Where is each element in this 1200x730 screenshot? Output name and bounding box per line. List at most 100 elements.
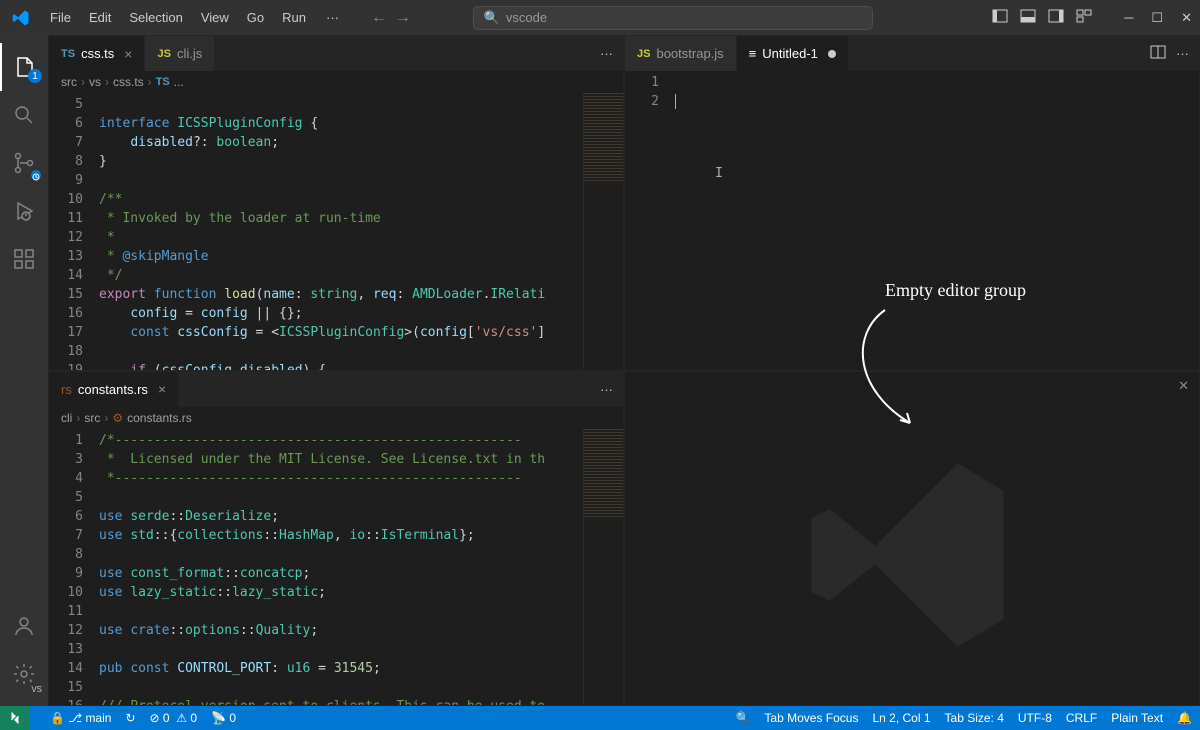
code-line[interactable]: use serde::Deserialize; (99, 507, 583, 526)
status-search-icon[interactable]: 🔍 (735, 711, 750, 725)
code-line[interactable]: *---------------------------------------… (99, 469, 583, 488)
more-actions-icon[interactable]: ··· (1176, 46, 1189, 61)
code-line[interactable]: if (cssConfig.disabled) { (99, 361, 583, 370)
file-icon: ≡ (749, 46, 757, 61)
code-line[interactable]: const cssConfig = <ICSSPluginConfig>(con… (99, 323, 583, 342)
run-debug-icon[interactable] (0, 187, 48, 235)
settings-gear-icon[interactable]: VS (0, 650, 48, 698)
window-close-icon[interactable]: ✕ (1181, 10, 1192, 26)
command-center[interactable]: 🔍 vscode (473, 6, 873, 30)
code-line[interactable]: /*--------------------------------------… (99, 431, 583, 450)
code-line[interactable]: * @skipMangle (99, 247, 583, 266)
accounts-icon[interactable] (0, 602, 48, 650)
code-line[interactable] (99, 545, 583, 564)
tab-cli-js[interactable]: JScli.js (145, 36, 215, 71)
breadcrumb-item[interactable]: cli (61, 411, 72, 425)
code-line[interactable]: export function load(name: string, req: … (99, 285, 583, 304)
editor-group-4-empty[interactable]: ✕ (624, 371, 1200, 707)
line-number: 15 (49, 678, 83, 697)
close-group-icon[interactable]: ✕ (1178, 378, 1189, 394)
editor-body[interactable]: 12 (625, 71, 1199, 370)
code-line[interactable] (99, 171, 583, 190)
close-icon[interactable]: × (124, 46, 132, 62)
code-line[interactable] (675, 92, 1199, 111)
breadcrumb-item[interactable]: src (61, 75, 77, 89)
code-line[interactable] (99, 342, 583, 361)
code-line[interactable] (99, 602, 583, 621)
code-line[interactable]: disabled?: boolean; (99, 133, 583, 152)
code-line[interactable]: * (99, 228, 583, 247)
status-sync[interactable]: ↻ (125, 711, 135, 725)
breadcrumb-item[interactable]: vs (89, 75, 101, 89)
menu-overflow[interactable]: ··· (318, 6, 347, 29)
menu-go[interactable]: Go (239, 6, 272, 29)
code-line[interactable] (99, 95, 583, 114)
window-minimize-icon[interactable]: ─ (1124, 10, 1133, 26)
line-number: 14 (49, 659, 83, 678)
breadcrumbs[interactable]: cli › src › ⚙ constants.rs (49, 407, 623, 429)
layout-panel-icon[interactable] (1020, 8, 1036, 27)
code-line[interactable]: pub const CONTROL_PORT: u16 = 31545; (99, 659, 583, 678)
tab-bootstrap-js[interactable]: JSbootstrap.js (625, 36, 737, 71)
code-line[interactable]: /// Protocol version sent to clients. Th… (99, 697, 583, 706)
tab-constants-rs[interactable]: rsconstants.rs× (49, 372, 179, 407)
code-line[interactable]: config = config || {}; (99, 304, 583, 323)
menu-file[interactable]: File (42, 6, 79, 29)
status-tabsize[interactable]: Tab Size: 4 (945, 711, 1004, 725)
status-problems[interactable]: ⊘ 0 ⚠ 0 (150, 711, 198, 725)
close-icon[interactable]: × (158, 381, 166, 397)
nav-back-icon[interactable]: ← (371, 9, 387, 27)
status-notifications-icon[interactable]: 🔔 (1177, 711, 1192, 725)
status-eol[interactable]: CRLF (1066, 711, 1097, 725)
minimap[interactable] (583, 429, 623, 706)
menu-view[interactable]: View (193, 6, 237, 29)
menu-run[interactable]: Run (274, 6, 314, 29)
search-activity-icon[interactable] (0, 91, 48, 139)
explorer-icon[interactable]: 1 (0, 43, 48, 91)
remote-indicator[interactable] (0, 706, 30, 730)
status-tab-focus[interactable]: Tab Moves Focus (764, 711, 858, 725)
extensions-icon[interactable] (0, 235, 48, 283)
code-line[interactable] (99, 678, 583, 697)
code-line[interactable] (99, 488, 583, 507)
breadcrumbs[interactable]: src › vs › css.ts › TS ... (49, 71, 623, 93)
minimap[interactable] (583, 93, 623, 370)
status-ports[interactable]: 📡 0 (211, 711, 236, 725)
more-actions-icon[interactable]: ··· (600, 382, 613, 397)
code-line[interactable]: use std::{collections::HashMap, io::IsTe… (99, 526, 583, 545)
status-language[interactable]: Plain Text (1111, 711, 1163, 725)
breadcrumb-item[interactable]: src (84, 411, 100, 425)
nav-forward-icon[interactable]: → (395, 9, 411, 27)
code-line[interactable] (675, 73, 1199, 92)
code-line[interactable]: * Invoked by the loader at run-time (99, 209, 583, 228)
code-line[interactable]: /** (99, 190, 583, 209)
tab-label: cli.js (177, 46, 202, 61)
layout-sidebar-left-icon[interactable] (992, 8, 1008, 27)
code-line[interactable]: use crate::options::Quality; (99, 621, 583, 640)
layout-sidebar-right-icon[interactable] (1048, 8, 1064, 27)
menu-selection[interactable]: Selection (121, 6, 190, 29)
more-actions-icon[interactable]: ··· (600, 46, 613, 61)
tab-Untitled-1[interactable]: ≡Untitled-1 (737, 36, 849, 71)
editor-body[interactable]: 567891011121314151617181920 interface IC… (49, 93, 623, 370)
window-maximize-icon[interactable]: ☐ (1151, 10, 1163, 26)
status-branch[interactable]: 🔒 ⎇ main (50, 711, 111, 725)
status-cursor[interactable]: Ln 2, Col 1 (872, 711, 930, 725)
code-line[interactable]: use const_format::concatcp; (99, 564, 583, 583)
split-editor-icon[interactable] (1150, 44, 1166, 63)
breadcrumb-item[interactable]: css.ts (113, 75, 144, 89)
code-line[interactable]: * Licensed under the MIT License. See Li… (99, 450, 583, 469)
tab-css-ts[interactable]: TScss.ts× (49, 36, 145, 71)
code-line[interactable]: use lazy_static::lazy_static; (99, 583, 583, 602)
breadcrumb-item[interactable]: constants.rs (127, 411, 192, 425)
code-line[interactable]: } (99, 152, 583, 171)
code-line[interactable]: */ (99, 266, 583, 285)
layout-customize-icon[interactable] (1076, 8, 1092, 27)
menu-edit[interactable]: Edit (81, 6, 119, 29)
code-line[interactable] (99, 640, 583, 659)
code-line[interactable]: interface ICSSPluginConfig { (99, 114, 583, 133)
editor-body[interactable]: 1345678910111213141516 /*---------------… (49, 429, 623, 706)
status-encoding[interactable]: UTF-8 (1018, 711, 1052, 725)
source-control-icon[interactable] (0, 139, 48, 187)
breadcrumb-item[interactable]: ... (174, 75, 184, 89)
